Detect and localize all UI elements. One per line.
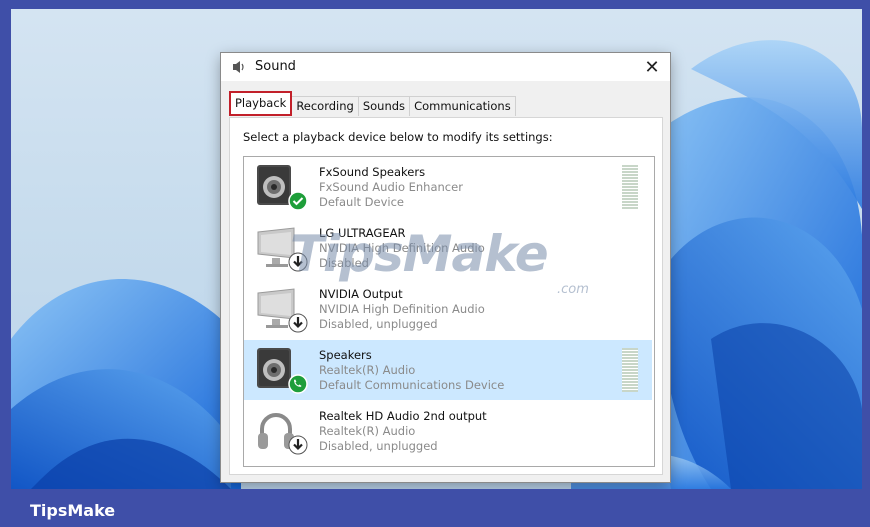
close-button[interactable]: ✕ [634,53,670,81]
tab-sounds[interactable]: Sounds [357,96,411,116]
volume-meter [622,348,638,392]
device-status: Default Device [319,195,405,209]
playback-panel: Select a playback device below to modify… [229,117,663,475]
device-name: NVIDIA Output [319,287,403,301]
instructions-text: Select a playback device below to modify… [243,130,553,144]
sound-dialog: Sound ✕ Playback Recording Sounds Commun… [221,53,670,482]
device-item-realtek-2nd-output[interactable]: Realtek HD Audio 2nd output Realtek(R) A… [244,401,652,461]
tab-playback[interactable]: Playback [229,91,293,116]
down-arrow-badge-icon [288,435,308,455]
device-item-nvidia-output[interactable]: NVIDIA Output NVIDIA High Definition Aud… [244,279,652,339]
device-item-lg-ultragear[interactable]: LG ULTRAGEAR NVIDIA High Definition Audi… [244,218,652,278]
device-name: LG ULTRAGEAR [319,226,406,240]
down-arrow-badge-icon [288,252,308,272]
device-driver: NVIDIA High Definition Audio [319,241,485,255]
device-driver: Realtek(R) Audio [319,363,416,377]
device-name: Speakers [319,348,372,362]
volume-meter [622,165,638,209]
title-bar: Sound ✕ [221,53,670,81]
device-driver: NVIDIA High Definition Audio [319,302,485,316]
device-driver: Realtek(R) Audio [319,424,416,438]
down-arrow-badge-icon [288,313,308,333]
footer-bar: TipsMake [0,489,870,527]
check-badge-icon [288,191,308,211]
close-icon: ✕ [644,56,660,78]
tab-recording[interactable]: Recording [291,96,359,116]
device-status: Default Communications Device [319,378,505,392]
tab-communications[interactable]: Communications [409,96,516,116]
speaker-icon [233,61,244,73]
window-title: Sound [255,59,296,74]
device-name: FxSound Speakers [319,165,426,179]
tab-bar: Playback Recording Sounds Communications [229,91,516,116]
device-status: Disabled [319,256,369,270]
device-status: Disabled, unplugged [319,439,438,453]
device-name: Realtek HD Audio 2nd output [319,409,487,423]
device-driver: FxSound Audio Enhancer [319,180,463,194]
device-status: Disabled, unplugged [319,317,438,331]
device-item-speakers[interactable]: Speakers Realtek(R) Audio Default Commun… [244,340,652,400]
phone-badge-icon [288,374,308,394]
device-item-fxsound-speakers[interactable]: FxSound Speakers FxSound Audio Enhancer … [244,157,652,217]
footer-brand: TipsMake [30,501,116,520]
device-list[interactable]: FxSound Speakers FxSound Audio Enhancer … [243,156,655,467]
